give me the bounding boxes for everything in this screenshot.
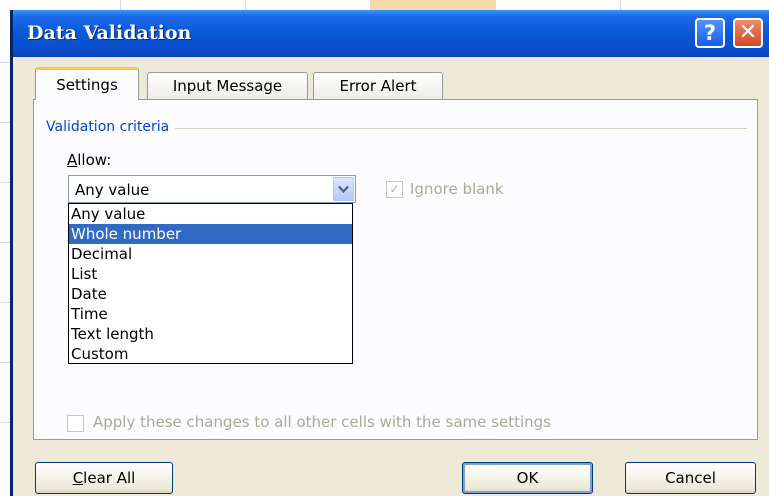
sheet-selected-column xyxy=(370,0,495,10)
cancel-button[interactable]: Cancel xyxy=(625,462,756,494)
sheet-row-divider xyxy=(0,422,10,423)
ignore-blank-label: Ignore blank xyxy=(410,180,504,198)
list-item-whole-number[interactable]: Whole number xyxy=(69,224,352,244)
sheet-row-divider xyxy=(0,362,10,363)
list-item-date[interactable]: Date xyxy=(69,284,352,304)
close-icon: ✕ xyxy=(738,20,758,45)
list-item-any-value[interactable]: Any value xyxy=(69,204,352,224)
ok-label: OK xyxy=(516,469,539,487)
allow-accelerator: A xyxy=(67,151,78,169)
sheet-column-divider xyxy=(120,0,121,10)
checkmark-icon: ✓ xyxy=(389,182,400,196)
dropdown-arrow-button[interactable] xyxy=(333,177,354,201)
list-item-decimal[interactable]: Decimal xyxy=(69,244,352,264)
sheet-row-divider xyxy=(0,122,10,123)
list-item-time[interactable]: Time xyxy=(69,304,352,324)
list-item-custom[interactable]: Custom xyxy=(69,344,352,364)
dialog-title: Data Validation xyxy=(27,22,192,44)
ignore-blank-checkbox[interactable]: ✓ xyxy=(386,181,403,198)
data-validation-dialog: Data Validation ? ✕ Settings Input Messa… xyxy=(10,10,769,496)
sheet-row-divider xyxy=(0,62,10,63)
tab-input-message[interactable]: Input Message xyxy=(147,72,308,101)
allow-label-text: llow: xyxy=(77,151,112,169)
help-button[interactable]: ? xyxy=(695,18,725,48)
apply-all-label: Apply these changes to all other cells w… xyxy=(93,413,551,431)
sheet-column-divider xyxy=(495,0,496,10)
apply-all-checkbox[interactable] xyxy=(67,415,84,432)
tab-label: Settings xyxy=(56,76,118,94)
allow-dropdown-value: Any value xyxy=(75,181,150,199)
close-button[interactable]: ✕ xyxy=(733,18,763,48)
settings-panel: Validation criteria Allow: Any value Any… xyxy=(33,99,758,440)
list-item-text-length[interactable]: Text length xyxy=(69,324,352,344)
tab-error-alert[interactable]: Error Alert xyxy=(313,72,443,101)
tab-label: Error Alert xyxy=(339,77,417,95)
allow-dropdown[interactable]: Any value xyxy=(68,175,356,203)
sheet-row-divider xyxy=(0,302,10,303)
validation-criteria-label: Validation criteria xyxy=(46,119,176,135)
ok-button[interactable]: OK xyxy=(462,462,593,494)
clear-all-label: lear All xyxy=(83,469,136,487)
allow-label: Allow: xyxy=(67,151,111,169)
clear-all-button[interactable]: Clear All xyxy=(35,462,173,494)
sheet-row-divider xyxy=(0,242,10,243)
clear-all-accelerator: C xyxy=(72,469,84,487)
allow-options-list[interactable]: Any value Whole number Decimal List Date… xyxy=(68,203,353,364)
tab-settings[interactable]: Settings xyxy=(35,67,139,100)
sheet-row-divider xyxy=(0,182,10,183)
sheet-column-divider xyxy=(245,0,246,10)
tab-label: Input Message xyxy=(172,77,283,95)
cancel-label: Cancel xyxy=(665,469,716,487)
help-icon: ? xyxy=(703,21,717,45)
chevron-down-icon xyxy=(338,185,349,194)
title-bar[interactable]: Data Validation ? ✕ xyxy=(13,10,769,57)
sheet-column-divider xyxy=(620,0,621,10)
list-item-list[interactable]: List xyxy=(69,264,352,284)
